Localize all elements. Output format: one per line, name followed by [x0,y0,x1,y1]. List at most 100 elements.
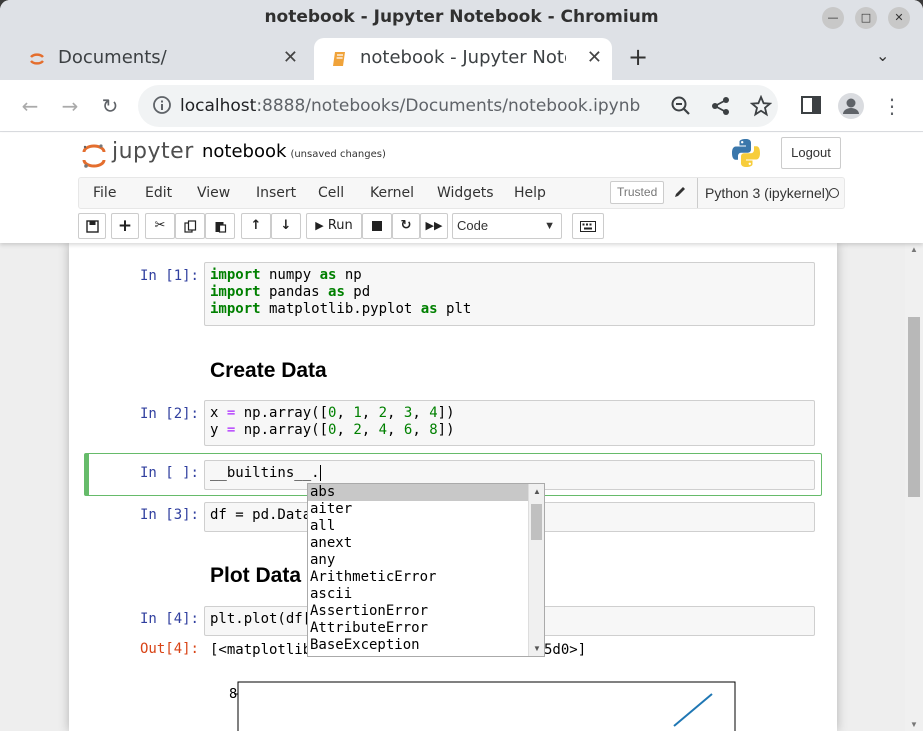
completion-item[interactable]: any [308,552,530,569]
address-bar[interactable]: localhost:8888/notebooks/Documents/noteb… [138,85,778,127]
menu-insert[interactable]: Insert [256,178,296,208]
profile-avatar-icon[interactable] [837,92,865,120]
code-cell-input[interactable]: x = np.array([0, 1, 2, 3, 4]) y = np.arr… [204,400,815,446]
markdown-heading[interactable]: Create Data [210,359,327,383]
tab-close-icon[interactable]: ✕ [587,38,602,78]
completion-item[interactable]: AssertionError [308,603,530,620]
minimize-button[interactable]: — [822,7,844,29]
command-palette-button[interactable] [572,213,604,239]
tab-notebook[interactable]: notebook - Jupyter Notebook ✕ [314,38,612,80]
completion-item[interactable]: ArithmeticError [308,569,530,586]
scrollbar-thumb[interactable] [908,317,920,497]
kernel-name[interactable]: Python 3 (ipykernel) [697,178,830,208]
move-up-button[interactable]: ↑ [241,213,271,239]
interrupt-button[interactable] [362,213,392,239]
save-button[interactable] [78,213,106,239]
copy-icon [183,220,196,233]
completion-item[interactable]: aiter [308,501,530,518]
scroll-down-icon[interactable]: ▼ [533,644,541,653]
jupyter-logo[interactable]: jupyter [82,139,194,171]
completer-scrollbar[interactable]: ▲ ▼ [528,484,544,656]
restart-icon: ↻ [400,218,412,233]
scroll-up-icon[interactable]: ▲ [533,487,541,496]
restart-run-all-button[interactable]: ▶▶ [420,213,448,239]
input-prompt: In [ ]: [139,465,199,481]
cut-button[interactable]: ✂ [145,213,175,239]
site-info-icon[interactable] [152,95,172,115]
code-cell-input[interactable]: import numpy as np import pandas as pd i… [204,262,815,326]
code-text: __builtins__. [210,465,320,481]
markdown-heading[interactable]: Plot Data [210,564,301,588]
menu-widgets[interactable]: Widgets [437,178,494,208]
share-icon[interactable] [710,95,732,117]
bookmark-star-icon[interactable] [750,95,772,117]
menu-view[interactable]: View [197,178,230,208]
restart-kernel-button[interactable]: ↻ [392,213,420,239]
menu-cell[interactable]: Cell [318,178,344,208]
jupyter-favicon-icon [30,53,44,65]
output-text-tail: 5d0>] [544,642,587,658]
notebook-menubar: File Edit View Insert Cell Kernel Widget… [78,177,845,209]
paste-icon [215,222,226,233]
url-host: localhost [180,96,257,116]
scroll-down-icon[interactable]: ▼ [910,720,918,729]
window-title: notebook - Jupyter Notebook - Chromium [264,7,659,27]
menu-help[interactable]: Help [514,178,546,208]
url-text[interactable]: localhost:8888/notebooks/Documents/noteb… [180,85,640,127]
cell-type-select[interactable]: Code ▼ [452,213,562,239]
keyboard-icon [580,221,596,232]
forward-button[interactable]: → [56,92,84,120]
input-prompt: In [4]: [139,611,199,627]
side-panel-icon[interactable] [800,94,822,116]
completion-item[interactable]: BaseException [308,637,530,654]
insert-cell-button[interactable]: + [111,213,139,239]
logout-button[interactable]: Logout [781,137,841,169]
run-label: Run [327,218,353,233]
completion-item[interactable]: all [308,518,530,535]
kernel-idle-indicator-icon [829,188,839,198]
autocomplete-list[interactable]: abs aiter all anext any ArithmeticError ascii A… [307,483,545,657]
tab-search-icon[interactable]: ⌄ [876,46,889,66]
notebook-favicon-icon [333,52,345,66]
tab-close-icon[interactable]: ✕ [283,38,298,78]
close-button[interactable]: ✕ [888,7,910,29]
completion-item[interactable]: ascii [308,586,530,603]
menu-file[interactable]: File [93,178,116,208]
completion-item[interactable]: abs [308,484,530,501]
code-text: plt.plot(df[ [210,611,312,627]
jupyter-wordmark: jupyter [112,139,194,164]
jupyter-header: jupyter notebook (unsaved changes) Logout… [0,133,923,243]
back-button[interactable]: ← [16,92,44,120]
browser-menu-button[interactable]: ⋮ [878,92,906,120]
tab-label: Documents/ [58,47,167,68]
trusted-indicator[interactable]: Trusted [610,181,665,204]
page-scrollbar[interactable]: ▲ ▼ [905,243,923,731]
move-down-button[interactable]: ↓ [271,213,301,239]
url-path: :8888/notebooks/Documents/notebook.ipynb [256,96,641,116]
completion-item[interactable]: AttributeError [308,620,530,637]
play-icon: ▶ [315,219,324,232]
reload-button[interactable]: ↻ [96,92,124,120]
paste-button[interactable] [205,213,235,239]
new-tab-button[interactable]: + [628,38,648,76]
title-bar: notebook - Jupyter Notebook - Chromium —… [0,0,923,34]
tab-documents[interactable]: Documents/ ✕ [12,38,308,80]
run-button[interactable]: ▶ Run [306,213,362,239]
menu-edit[interactable]: Edit [145,178,172,208]
completion-item[interactable]: anext [308,535,530,552]
scroll-up-icon[interactable]: ▲ [910,245,918,254]
stop-icon [372,221,382,231]
autosave-status: (unsaved changes) [290,149,386,160]
arrow-up-icon: ↑ [250,218,262,233]
maximize-button[interactable]: □ [855,7,877,29]
cell-type-value: Code [457,218,489,233]
plus-icon: + [117,216,133,236]
completer-scroll-thumb[interactable] [531,504,542,540]
zoom-icon[interactable] [670,95,692,117]
jupyter-logo-icon [82,144,106,168]
code-text: df = pd.Data [210,507,312,523]
notebook-title[interactable]: notebook (unsaved changes) [202,141,386,162]
copy-button[interactable] [175,213,205,239]
arrow-down-icon: ↓ [280,218,292,233]
menu-kernel[interactable]: Kernel [370,178,414,208]
